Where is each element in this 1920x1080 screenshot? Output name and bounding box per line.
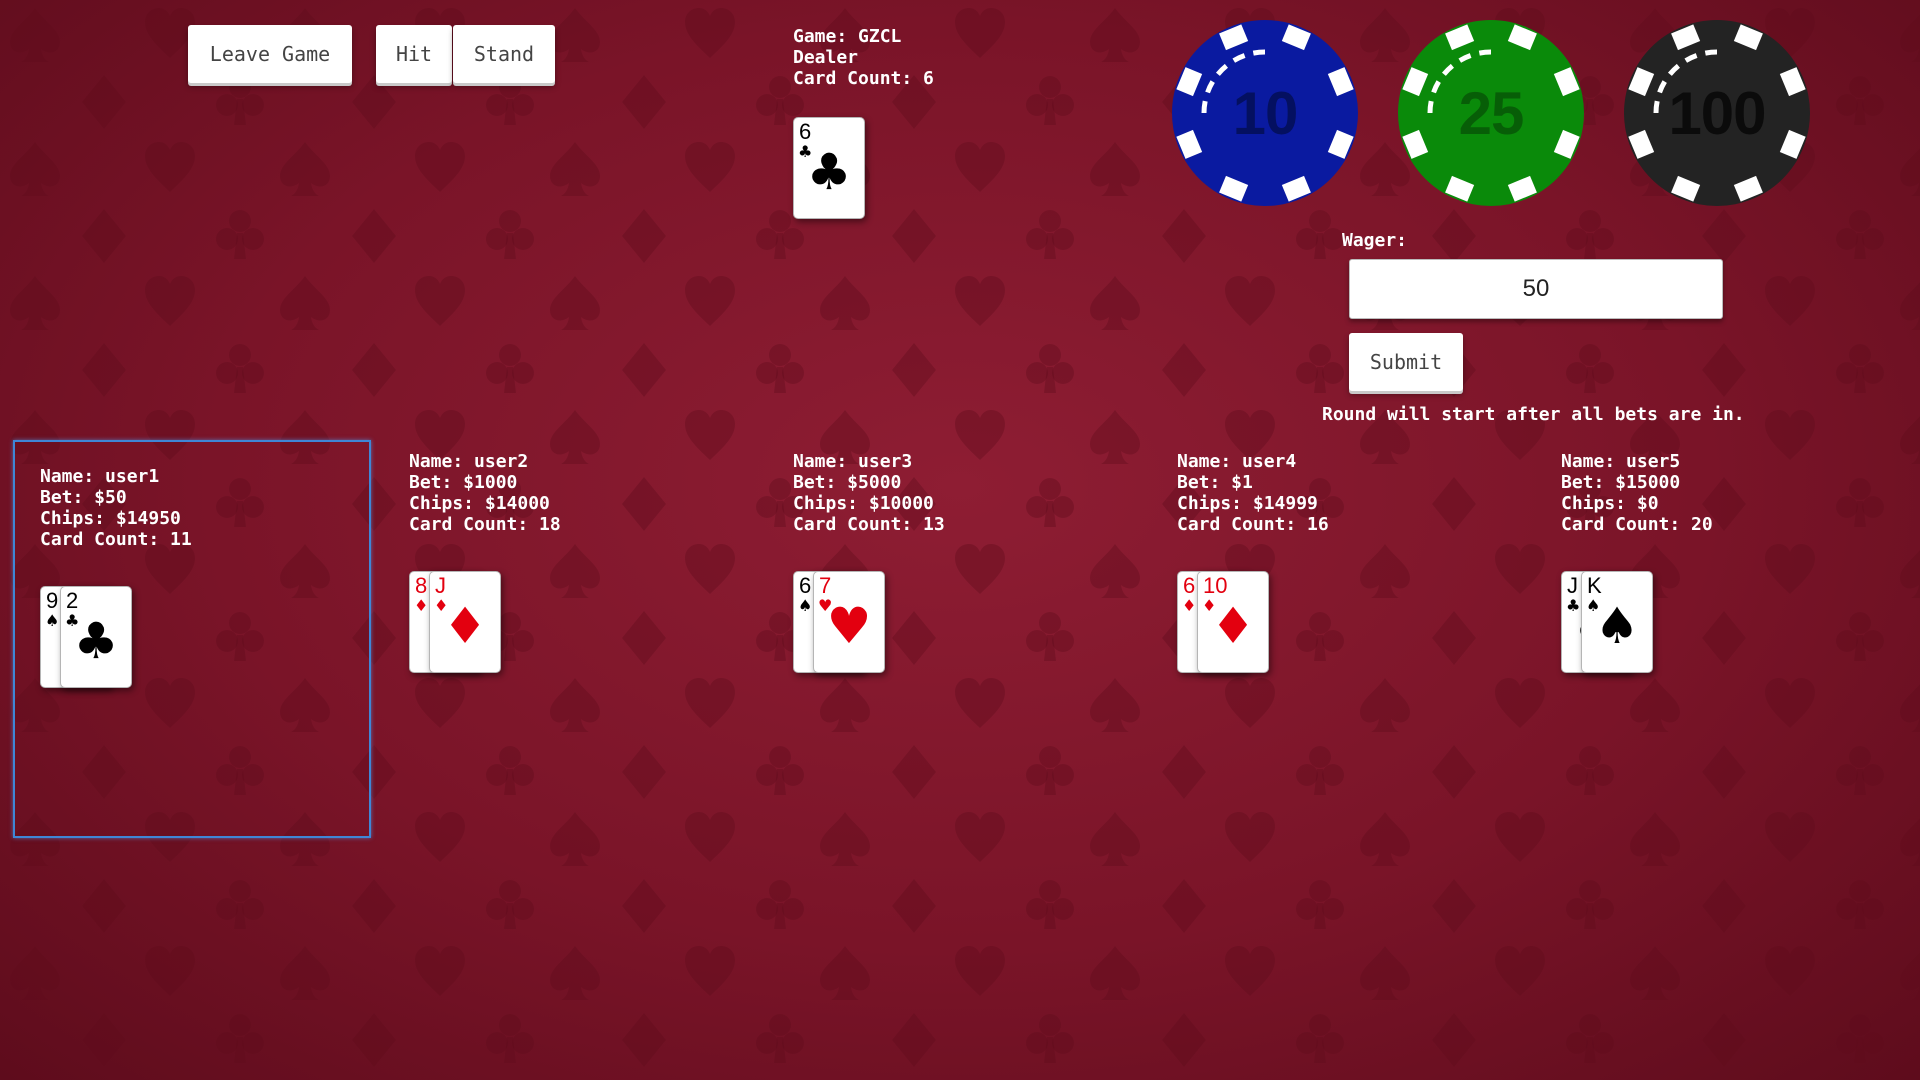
- card-suit-icon: ♦: [442, 597, 488, 655]
- card-rank: 6: [799, 573, 812, 598]
- playing-card: 6 ♣ ♣: [793, 117, 865, 219]
- player-name: Name: user1: [40, 466, 160, 487]
- card-suit-icon: ♣: [73, 612, 119, 670]
- player-name: Name: user3: [793, 451, 913, 472]
- game-id: Game: GZCL: [793, 26, 902, 47]
- card-rank: J: [1567, 573, 1578, 598]
- card-rank: 7: [819, 573, 832, 598]
- chip-10[interactable]: 10: [1170, 18, 1360, 208]
- player-info: Name: user5 Bet: $15000 Chips: $0 Card Coun…: [1561, 451, 1713, 535]
- player-chips: Chips: $0: [1561, 493, 1659, 514]
- player-info: Name: user3 Bet: $5000 Chips: $10000 Card C…: [793, 451, 945, 535]
- submit-button[interactable]: Submit: [1349, 333, 1463, 391]
- player-bet: Bet: $1: [1177, 472, 1253, 493]
- player-card-count: Card Count: 13: [793, 514, 945, 535]
- playing-card: 10 ♦ ♦: [1197, 571, 1269, 673]
- player-name: Name: user4: [1177, 451, 1297, 472]
- player-bet: Bet: $1000: [409, 472, 518, 493]
- player-card-count: Card Count: 11: [40, 529, 192, 550]
- card-suit-icon: ♦: [1210, 597, 1256, 655]
- card-rank: 9: [46, 588, 59, 613]
- player-bet: Bet: $5000: [793, 472, 902, 493]
- card-rank: 8: [415, 573, 428, 598]
- playing-card: 2 ♣ ♣: [60, 586, 132, 688]
- card-suit-icon: ♣: [806, 143, 852, 201]
- chip-100[interactable]: 100: [1622, 18, 1812, 208]
- player-bet: Bet: $50: [40, 487, 127, 508]
- leave-game-button[interactable]: Leave Game: [188, 25, 352, 83]
- card-suit-icon: ♠: [1594, 597, 1640, 655]
- player-bet: Bet: $15000: [1561, 472, 1681, 493]
- player-name: Name: user5: [1561, 451, 1681, 472]
- player-chips: Chips: $14000: [409, 493, 550, 514]
- player-info: Name: user1 Bet: $50 Chips: $14950 Card Cou…: [40, 466, 192, 550]
- wager-label: Wager:: [1342, 230, 1408, 251]
- player-info: Name: user4 Bet: $1 Chips: $14999 Card Coun…: [1177, 451, 1329, 535]
- playing-card: J ♦ ♦: [429, 571, 501, 673]
- card-rank: J: [435, 573, 446, 598]
- player-card-count: Card Count: 20: [1561, 514, 1713, 535]
- dealer-info: Game: GZCL Dealer Card Count: 6: [793, 26, 934, 89]
- card-rank: 2: [66, 588, 79, 613]
- playing-card: 7 ♥ ♥: [813, 571, 885, 673]
- card-rank: 6: [1183, 573, 1196, 598]
- card-rank: K: [1587, 573, 1602, 598]
- hit-button[interactable]: Hit: [376, 25, 452, 83]
- player-chips: Chips: $14950: [40, 508, 181, 529]
- dealer-title: Dealer: [793, 47, 859, 68]
- chip-25[interactable]: 25: [1396, 18, 1586, 208]
- card-rank: 10: [1203, 573, 1228, 598]
- card-rank: 6: [799, 119, 812, 144]
- player-info: Name: user2 Bet: $1000 Chips: $14000 Card C…: [409, 451, 561, 535]
- player-card-count: Card Count: 18: [409, 514, 561, 535]
- player-chips: Chips: $14999: [1177, 493, 1318, 514]
- chip-value-label: 10: [1232, 79, 1299, 147]
- player-name: Name: user2: [409, 451, 529, 472]
- dealer-card-count: Card Count: 6: [793, 68, 934, 89]
- chip-value-label: 100: [1668, 79, 1766, 147]
- card-suit-icon: ♥: [826, 597, 872, 655]
- player-chips: Chips: $10000: [793, 493, 934, 514]
- round-status-message: Round will start after all bets are in.: [1322, 404, 1745, 425]
- stand-button[interactable]: Stand: [453, 25, 555, 83]
- wager-input[interactable]: [1349, 259, 1723, 319]
- player-card-count: Card Count: 16: [1177, 514, 1329, 535]
- playing-card: K ♠ ♠: [1581, 571, 1653, 673]
- chip-value-label: 25: [1458, 79, 1525, 147]
